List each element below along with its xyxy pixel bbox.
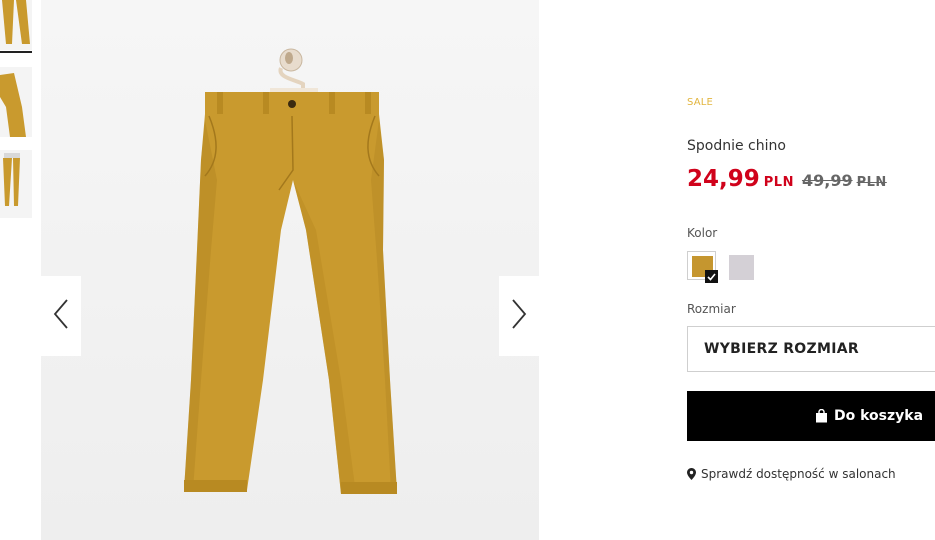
store-availability-link[interactable]: Sprawdź dostępność w salonach bbox=[687, 467, 896, 481]
next-image-button[interactable] bbox=[499, 276, 539, 356]
product-image bbox=[184, 48, 397, 494]
map-pin-icon bbox=[687, 468, 696, 480]
add-to-cart-label: Do koszyka bbox=[834, 408, 924, 424]
checkmark-icon bbox=[705, 270, 718, 283]
thumbnail-front[interactable] bbox=[0, 0, 32, 50]
size-select[interactable]: WYBIERZ ROZMIAR bbox=[687, 326, 935, 372]
sale-badge: SALE bbox=[687, 97, 714, 108]
chevron-left-icon bbox=[53, 299, 69, 333]
thumbnail-selected-indicator bbox=[0, 51, 32, 53]
thumbnail-strip bbox=[0, 0, 33, 540]
color-label: Kolor bbox=[687, 226, 718, 240]
thumbnail-back[interactable] bbox=[0, 150, 32, 218]
current-price-currency: PLN bbox=[763, 175, 794, 190]
price-block: 24,99 PLN 49,99 PLN bbox=[687, 166, 887, 192]
product-name: Spodnie chino bbox=[687, 138, 786, 154]
color-swatch-lilac[interactable] bbox=[729, 255, 754, 280]
previous-image-button[interactable] bbox=[41, 276, 81, 356]
thumbnail-side[interactable] bbox=[0, 67, 32, 137]
add-to-cart-button[interactable]: Do koszyka bbox=[687, 391, 935, 441]
product-gallery bbox=[41, 0, 539, 540]
size-label: Rozmiar bbox=[687, 302, 736, 316]
current-price: 24,99 bbox=[687, 166, 760, 192]
color-swatch-mustard[interactable] bbox=[687, 251, 718, 283]
shopping-bag-icon bbox=[815, 409, 828, 423]
chevron-right-icon bbox=[511, 299, 527, 333]
size-select-value: WYBIERZ ROZMIAR bbox=[704, 341, 859, 357]
old-price-currency: PLN bbox=[856, 175, 887, 190]
product-details: SALE Spodnie chino 24,99 PLN 49,99 PLN Kolo… bbox=[687, 0, 935, 540]
old-price: 49,99 bbox=[801, 171, 853, 190]
store-availability-label: Sprawdź dostępność w salonach bbox=[701, 467, 896, 481]
